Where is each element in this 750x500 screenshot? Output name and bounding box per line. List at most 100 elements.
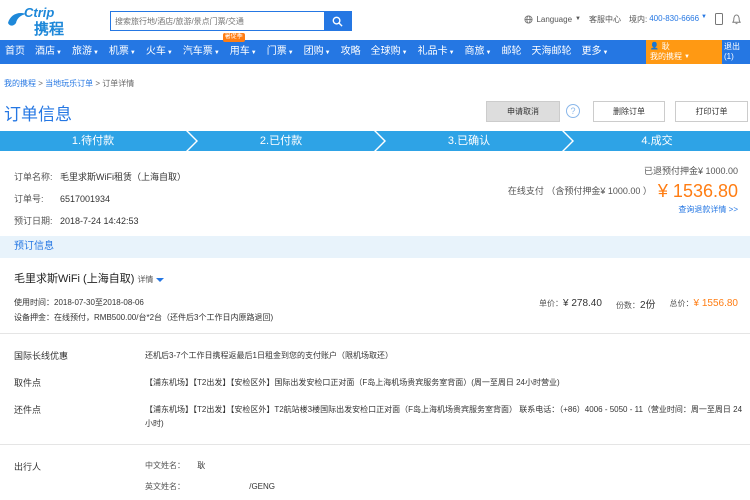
chevron-down-icon: ▼ (250, 50, 257, 56)
nav-item-flight[interactable]: 机票▼ (104, 40, 141, 64)
main-nav: 首页 酒店▼ 旅游▼ 机票▼ 火车▼ 汽车票▼ 暑促季 用车▼ 门票▼ 团购▼ 攻… (0, 33, 750, 64)
page-title: 订单信息 (4, 105, 72, 124)
order-price-summary: 已退预付押金¥ 1000.00 在线支付 （含预付押金¥ 1000.00 ） ¥… (508, 164, 738, 215)
nav-item-train[interactable]: 火车▼ (141, 40, 178, 64)
nav-item-business[interactable]: 商旅▼ (460, 40, 497, 64)
product-name: 毛里求斯WiFi (上海自取) (14, 273, 135, 285)
chevron-down-icon: ▼ (602, 50, 609, 56)
payment-note: 在线支付 （含预付押金¥ 1000.00 ） (507, 186, 652, 196)
chevron-down-icon: ▼ (213, 50, 220, 56)
unit-price-label: 单价： (539, 299, 563, 308)
arrow-icon (374, 131, 384, 151)
chevron-down-icon: ▼ (56, 50, 62, 56)
nav-label: 天海邮轮 (531, 46, 572, 57)
print-order-button[interactable]: 打印订单 (675, 101, 748, 122)
arrow-icon (186, 131, 196, 151)
chevron-down-icon: ▼ (448, 50, 455, 56)
language-label: Language (536, 14, 573, 24)
search-icon (332, 16, 343, 27)
order-date: 2018-7-24 14:42:53 (60, 216, 139, 226)
my-ctrip-menu[interactable]: 👤 耿 我的携程 ▼ (646, 40, 722, 64)
help-icon[interactable]: ? (566, 104, 580, 118)
nav-item-more[interactable]: 更多▼ (576, 40, 613, 64)
search-input[interactable] (111, 12, 324, 30)
nav-label: 商旅 (464, 46, 485, 57)
bell-icon[interactable] (731, 13, 742, 25)
cn-name-label: 中文姓名： (145, 461, 185, 470)
row-label: 还件点 (14, 405, 42, 415)
arrow-icon (562, 131, 572, 151)
total-price: ¥ 1556.80 (693, 298, 739, 309)
details-toggle[interactable]: 详情 (137, 275, 165, 284)
nav-item-bus[interactable]: 汽车票▼ (178, 40, 225, 64)
traveler-en-name: 英文姓名： /GENG (145, 481, 275, 492)
caret-down-icon (156, 277, 165, 282)
step-label: 1.待付款 (71, 135, 115, 147)
step-paid: 2.已付款 (188, 131, 386, 151)
nav-item-guide[interactable]: 攻略 (336, 40, 366, 64)
order-total: ¥ 1536.80 (657, 181, 738, 201)
deposit-refunded-note: 已退预付押金¥ 1000.00 (643, 166, 738, 176)
service-center-link[interactable]: 客服中心 (589, 14, 621, 25)
promo-badge: 暑促季 (222, 33, 245, 42)
divider (0, 333, 750, 334)
nav-label: 用车 (229, 46, 250, 57)
row-value: 【浦东机场】【T2出发】【安检区外】国际出发安检口正对面（F岛上海机场贵宾服务室… (145, 378, 560, 387)
traveler-label: 出行人 (14, 462, 42, 472)
search-button[interactable] (324, 12, 351, 30)
nav-item-cruise[interactable]: 邮轮 (496, 40, 526, 64)
chevron-down-icon: ▼ (401, 50, 408, 56)
language-menu[interactable]: Language ▼ (524, 15, 581, 24)
en-name-label: 英文姓名： (145, 482, 185, 491)
region-label: 境内: (628, 14, 648, 24)
nav-item-tickets[interactable]: 门票▼ (262, 40, 299, 64)
phone-number: 400-830-6666 (649, 13, 700, 23)
row-value: 还机后3-7个工作日携程返最后1日租金到您的支付账户（限机场取还） (145, 351, 394, 360)
total-price-label: 总价： (669, 299, 694, 308)
nav-item-global-shop[interactable]: 全球购▼ (366, 40, 413, 64)
nav-label: 火车 (145, 46, 166, 57)
nav-item-hotel[interactable]: 酒店▼ (30, 40, 67, 64)
nav-label: 门票 (266, 46, 287, 57)
logo-text-cn: 携程 (34, 21, 65, 38)
breadcrumb-local-orders[interactable]: 当地玩乐订单 (45, 79, 93, 88)
top-links: Language ▼ 客服中心 境内: 400-830-6666 ▼ (524, 13, 742, 25)
chevron-down-icon: ▼ (575, 16, 581, 22)
ctrip-logo[interactable]: Ctrip 携程 (6, 5, 84, 38)
user-icon: 👤 (650, 43, 659, 50)
quantity-label: 份数： (615, 301, 640, 310)
nav-item-car[interactable]: 暑促季用车▼ (222, 33, 262, 64)
nav-item-tianhai-cruise[interactable]: 天海邮轮 (526, 40, 576, 64)
nav-item-group[interactable]: 团购▼ (299, 40, 336, 64)
nav-item-gift-card[interactable]: 礼品卡▼ (413, 40, 460, 64)
step-label: 2.已付款 (259, 135, 303, 147)
search-box (110, 11, 352, 31)
chevron-down-icon: ▼ (324, 50, 331, 56)
nav-label: 汽车票 (182, 46, 213, 57)
nav-label: 旅游 (71, 46, 92, 57)
my-trip-label: 我的携程 (650, 52, 682, 61)
breadcrumb-my-ctrip[interactable]: 我的携程 (4, 79, 36, 88)
nav-label: 邮轮 (501, 46, 522, 57)
nav-item-travel[interactable]: 旅游▼ (67, 40, 104, 64)
cancel-request-button[interactable]: 申请取消 (486, 101, 560, 122)
order-no-label: 订单号: (14, 194, 44, 204)
chevron-down-icon: ▼ (287, 50, 294, 56)
logout-link[interactable]: 退出 (724, 42, 740, 52)
order-date-label: 预订日期: (14, 216, 53, 226)
chevron-down-icon: ▼ (684, 54, 690, 60)
nav-label: 全球购 (370, 46, 401, 57)
use-time: 使用时间：2018-07-30至2018-08-06 (14, 298, 144, 307)
details-label: 详情 (137, 275, 154, 284)
nav-item-home[interactable]: 首页 (0, 40, 30, 64)
chevron-down-icon: ▼ (166, 50, 173, 56)
step-completed: 4.成交 (564, 131, 750, 151)
refund-details-link[interactable]: 查询退款详情 >> (508, 204, 738, 215)
region-phone[interactable]: 境内: 400-830-6666 ▼ (629, 14, 707, 25)
quantity: 2份 (639, 300, 656, 311)
mobile-icon[interactable] (715, 13, 723, 25)
message-count[interactable]: (1) (724, 52, 740, 62)
delete-order-button[interactable]: 删除订单 (593, 101, 665, 122)
divider (0, 444, 750, 445)
traveler-cn-name: 中文姓名： 耿 (145, 460, 205, 471)
